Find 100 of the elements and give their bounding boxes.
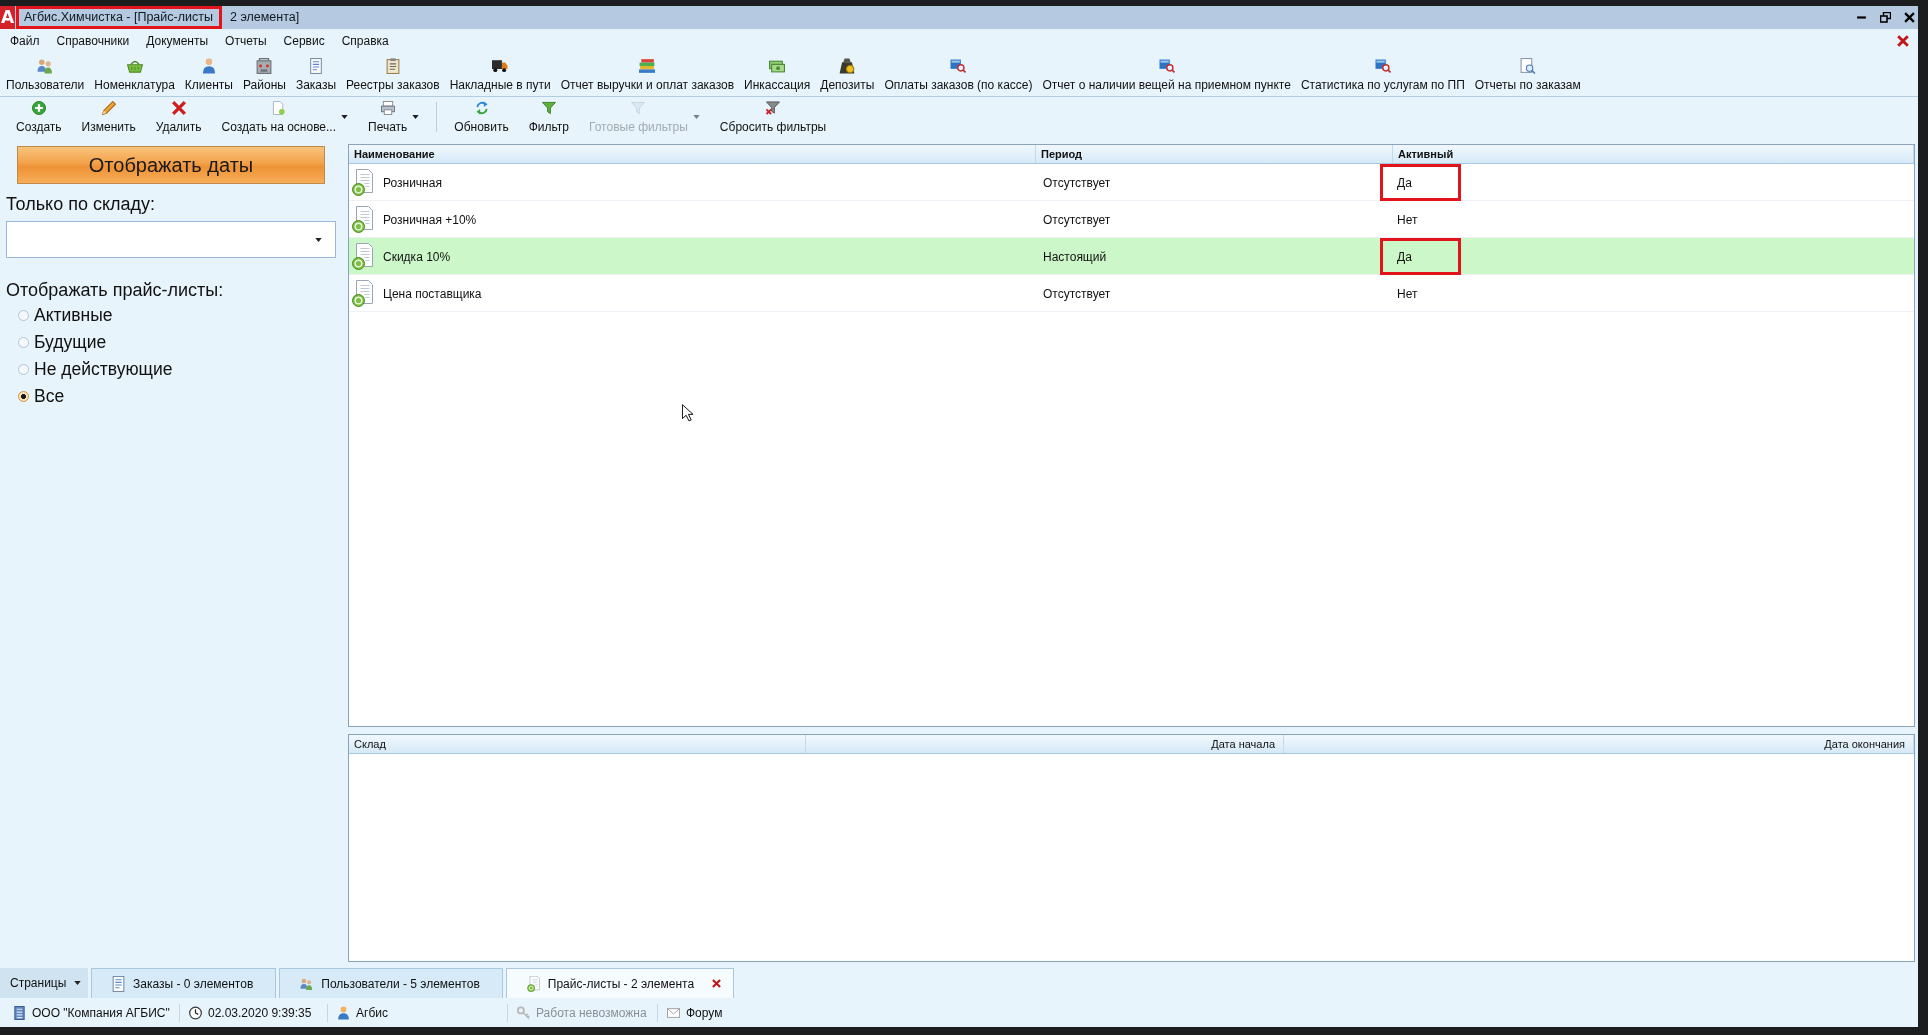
- printer-icon: [380, 100, 395, 115]
- toolbar-button[interactable]: Оплаты заказов (по кассе): [884, 58, 1033, 92]
- menu-item[interactable]: Файл: [10, 34, 40, 48]
- basket-icon: [126, 58, 143, 74]
- page-tab[interactable]: Пользователи - 5 элементов: [279, 968, 503, 998]
- status-text: Форум: [686, 1006, 723, 1020]
- document-coin-icon: [352, 206, 373, 233]
- close-icon[interactable]: [1904, 12, 1915, 23]
- column-header[interactable]: Дата окончания: [1284, 735, 1914, 753]
- window-title: Агбис.Химчистка - [Прайс-листы: [16, 6, 222, 29]
- menu-item[interactable]: Отчеты: [225, 34, 267, 48]
- table-cell: Отсутствует: [1043, 175, 1111, 190]
- toolbar-button[interactable]: Отчет выручки и оплат заказов: [560, 58, 735, 92]
- user-icon: [337, 1006, 350, 1020]
- money-bag-icon: [839, 58, 856, 74]
- toolbar-button[interactable]: Клиенты: [184, 58, 233, 92]
- toolbar-button[interactable]: Удалить: [147, 97, 210, 137]
- menu-item[interactable]: Документы: [146, 34, 209, 48]
- clear-filter-icon: [766, 100, 781, 115]
- book-magnifier-icon: [1374, 58, 1391, 74]
- status-text: ООО "Компания АГБИС": [32, 1006, 170, 1020]
- status-text: Агбис: [356, 1006, 388, 1020]
- toolbar-button[interactable]: Накладные в пути: [449, 58, 551, 92]
- radio-option[interactable]: Активные: [6, 302, 173, 329]
- page-tab[interactable]: Прайс-листы - 2 элемента: [505, 968, 735, 998]
- table-cell-text: Нет: [1396, 285, 1419, 303]
- table-cell: Да: [1380, 164, 1461, 201]
- document-icon: [112, 975, 125, 992]
- toolbar-button[interactable]: Заказы: [295, 58, 336, 92]
- warehouse-label: Только по складу:: [6, 194, 156, 215]
- toolbar-button[interactable]: Фильтр: [520, 97, 577, 137]
- column-header[interactable]: Дата начала: [806, 735, 1284, 753]
- refresh-icon: [474, 100, 489, 115]
- pages-button[interactable]: Страницы: [0, 968, 88, 998]
- column-header[interactable]: Наименование: [349, 145, 1036, 163]
- toolbar-button[interactable]: Инкассация: [744, 58, 811, 92]
- filter-icon: [631, 100, 646, 115]
- document-icon: [307, 58, 324, 74]
- column-header[interactable]: Склад: [349, 735, 806, 753]
- show-dates-button[interactable]: Отображать даты: [17, 146, 325, 184]
- toolbar-button[interactable]: Создать: [8, 97, 70, 137]
- menu-item[interactable]: Справочники: [56, 34, 130, 48]
- page-tab[interactable]: Заказы - 0 элементов: [91, 968, 277, 998]
- radio-button[interactable]: [18, 364, 29, 375]
- toolbar-button[interactable]: Отчеты по заказам: [1474, 58, 1581, 92]
- caret-icon: [315, 237, 322, 242]
- table-row[interactable]: Цена поставщика Отсутствует Нет: [349, 275, 1914, 312]
- document-coin-icon: [352, 169, 373, 196]
- radio-button[interactable]: [18, 310, 29, 321]
- toolbar-button[interactable]: Печать: [360, 97, 428, 137]
- table-row[interactable]: Розничная Отсутствует Да: [349, 164, 1914, 201]
- restore-icon[interactable]: [1880, 12, 1891, 23]
- toolbar-button[interactable]: Статистика по услугам по ПП: [1300, 58, 1465, 92]
- toolbar-button[interactable]: Обновить: [446, 97, 517, 137]
- table-row[interactable]: Скидка 10% Настоящий Да: [349, 238, 1914, 275]
- envelope-icon: [667, 1006, 680, 1020]
- app-logo: A: [0, 6, 15, 29]
- radio-button[interactable]: [18, 391, 29, 402]
- toolbar-button[interactable]: Районы: [243, 58, 286, 92]
- radio-option[interactable]: Все: [6, 383, 173, 410]
- document-coin-icon: [526, 975, 540, 992]
- key-icon: [517, 1006, 530, 1020]
- table-cell: Скидка 10%: [383, 249, 451, 264]
- table-cell: Розничная +10%: [383, 212, 477, 227]
- toolbar-button[interactable]: Номенклатура: [94, 58, 175, 92]
- users-icon: [37, 58, 54, 74]
- toolbar-button[interactable]: Отчет о наличии вещей на приемном пункте: [1042, 58, 1291, 92]
- toolbar-button[interactable]: Депозиты: [820, 58, 875, 92]
- table-cell: Отсутствует: [1043, 286, 1111, 301]
- caret-icon: [74, 981, 82, 985]
- window-title: 2 элемента]: [228, 9, 301, 26]
- book-magnifier-icon: [1158, 58, 1175, 74]
- machine-icon: [256, 58, 273, 74]
- column-header[interactable]: Период: [1036, 145, 1393, 163]
- table-cell: Да: [1380, 238, 1461, 275]
- menu-item[interactable]: Сервис: [283, 34, 325, 48]
- delete-icon: [171, 100, 186, 115]
- toolbar-button[interactable]: Изменить: [73, 97, 144, 137]
- toolbar-button[interactable]: Создать на основе...: [213, 97, 357, 137]
- radio-button[interactable]: [18, 337, 29, 348]
- add-icon: [31, 100, 46, 115]
- radio-option[interactable]: Не действующие: [6, 356, 173, 383]
- toolbar-button[interactable]: Пользователи: [6, 58, 85, 92]
- office-building-icon: [13, 1006, 26, 1020]
- menu-item[interactable]: Справка: [341, 34, 389, 48]
- truck-icon: [492, 58, 509, 74]
- filter-icon: [541, 100, 556, 115]
- table-cell-text: Нет: [1396, 211, 1419, 229]
- price-list-filter-label: Отображать прайс-листы:: [6, 280, 224, 301]
- book-magnifier-icon: [950, 58, 967, 74]
- table-cell: Отсутствует: [1043, 212, 1111, 227]
- clipboard-icon: [384, 58, 401, 74]
- close-icon[interactable]: [712, 979, 722, 988]
- document-coin-icon: [352, 280, 373, 307]
- column-header[interactable]: Активный: [1393, 145, 1914, 163]
- close-icon[interactable]: [1897, 35, 1909, 47]
- radio-option[interactable]: Будущие: [6, 329, 173, 356]
- toolbar-button[interactable]: Реестры заказов: [346, 58, 440, 92]
- books-icon: [639, 58, 656, 74]
- toolbar-button[interactable]: Сбросить фильтры: [711, 97, 835, 137]
